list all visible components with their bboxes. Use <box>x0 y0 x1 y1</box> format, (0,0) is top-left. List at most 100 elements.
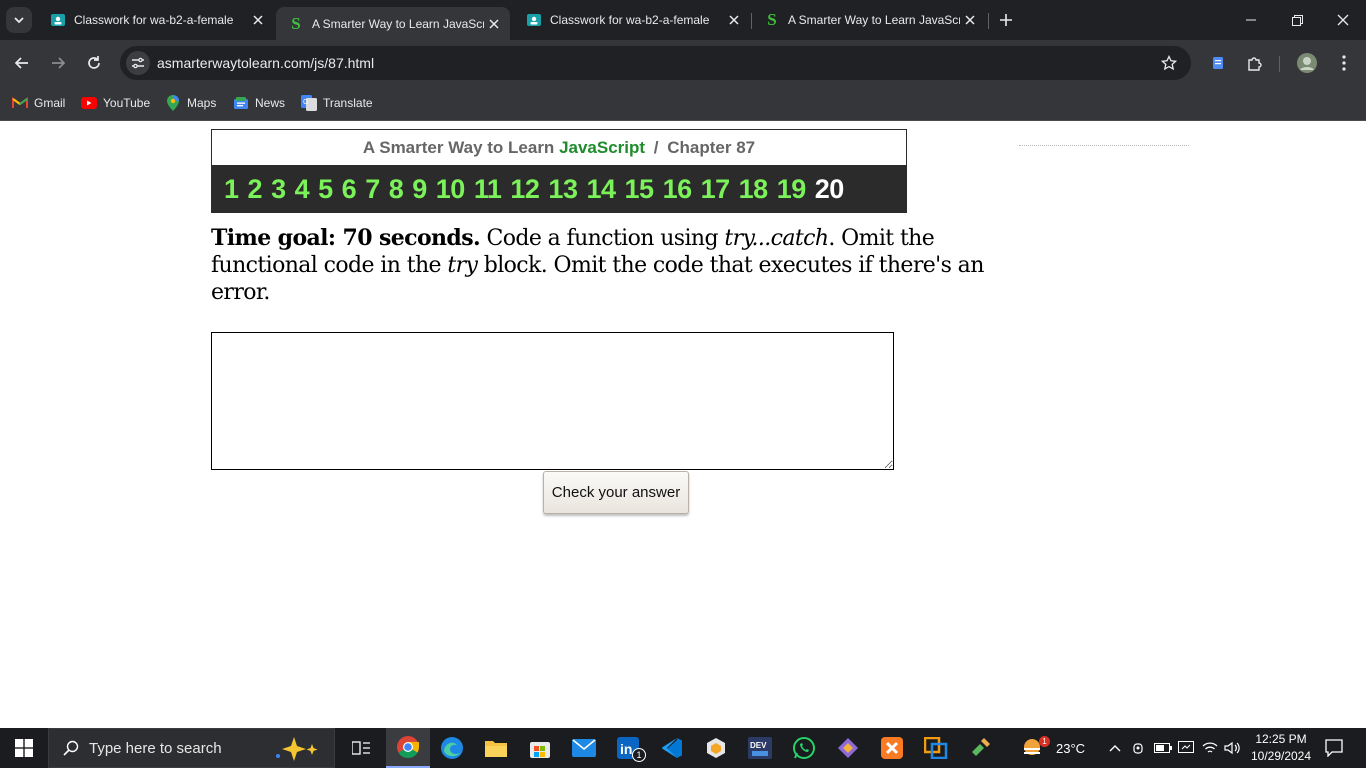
forward-button[interactable] <box>44 49 72 77</box>
extension-button[interactable] <box>1204 49 1232 77</box>
task-view-icon <box>352 741 370 755</box>
weather-widget[interactable]: 1 23°C <box>1022 728 1085 768</box>
taskbar-chrome[interactable] <box>386 728 430 768</box>
taskbar-vscode[interactable] <box>650 728 694 768</box>
exercise-link-2[interactable]: 2 <box>248 174 263 205</box>
exercise-link-15[interactable]: 15 <box>625 174 655 205</box>
address-bar[interactable]: asmarterwaytolearn.com/js/87.html <box>120 46 1191 80</box>
tab-title: A Smarter Way to Learn JavaScr <box>312 16 484 31</box>
weather-badge: 1 <box>1039 736 1050 747</box>
news-icon <box>233 95 249 111</box>
new-tab-button[interactable] <box>994 8 1018 32</box>
exercise-link-18[interactable]: 18 <box>739 174 769 205</box>
taskbar-linkedin[interactable]: in 1 <box>606 728 650 768</box>
close-icon[interactable] <box>724 10 744 30</box>
taskbar-app-diamond[interactable] <box>826 728 870 768</box>
chevron-up-icon[interactable] <box>1108 743 1122 753</box>
exercise-link-1[interactable]: 1 <box>224 174 239 205</box>
taskbar-edge[interactable] <box>430 728 474 768</box>
close-icon[interactable] <box>960 10 980 30</box>
exercise-link-current[interactable]: 20 <box>815 174 845 205</box>
exercise-link-14[interactable]: 14 <box>586 174 616 205</box>
profile-avatar[interactable] <box>1293 49 1321 77</box>
cube-icon <box>707 738 725 758</box>
notifications-button[interactable] <box>1312 728 1356 768</box>
taskbar-mail[interactable] <box>562 728 606 768</box>
close-window-button[interactable] <box>1320 0 1366 40</box>
title-separator: / <box>653 138 659 157</box>
volume-icon[interactable] <box>1224 741 1242 755</box>
bookmarks-bar: Gmail YouTube Maps News G Translate <box>0 86 1366 121</box>
bookmark-youtube[interactable]: YouTube <box>81 92 150 114</box>
taskbar-app-cube[interactable] <box>694 728 738 768</box>
close-icon[interactable] <box>248 10 268 30</box>
back-button[interactable] <box>8 49 36 77</box>
exercise-link-4[interactable]: 4 <box>295 174 310 205</box>
tab-search-button[interactable] <box>6 7 32 33</box>
wifi-icon[interactable] <box>1202 741 1218 755</box>
start-button[interactable] <box>0 728 48 768</box>
bookmark-news[interactable]: News <box>233 92 285 114</box>
vscode-icon <box>662 738 682 758</box>
reload-icon <box>88 56 100 69</box>
bookmark-star-button[interactable] <box>1157 51 1181 75</box>
taskbar-dev-home[interactable]: DEV <box>738 728 782 768</box>
exercise-link-3[interactable]: 3 <box>271 174 286 205</box>
tool-icon <box>972 738 990 756</box>
tab-classwork-2[interactable]: Classwork for wa-b2-a-female <box>514 6 750 34</box>
taskbar-clock[interactable]: 12:25 PM 10/29/2024 <box>1246 731 1316 765</box>
tab-classwork-1[interactable]: Classwork for wa-b2-a-female <box>38 6 274 34</box>
extensions-menu-button[interactable] <box>1240 49 1268 77</box>
restore-button[interactable] <box>1274 0 1320 40</box>
display-icon[interactable] <box>1178 741 1194 755</box>
taskbar-store[interactable] <box>518 728 562 768</box>
task-view-button[interactable] <box>339 728 383 768</box>
bookmark-gmail[interactable]: Gmail <box>12 92 65 114</box>
browser-menu-button[interactable] <box>1330 49 1358 77</box>
exercise-link-12[interactable]: 12 <box>510 174 540 205</box>
minimize-button[interactable] <box>1228 0 1274 40</box>
bookmark-translate[interactable]: G Translate <box>301 92 373 114</box>
taskbar-search-box[interactable]: Type here to search <box>48 728 335 768</box>
book-title-javascript[interactable]: JavaScript <box>559 138 645 157</box>
site-info-button[interactable] <box>126 51 150 75</box>
xampp-icon <box>881 737 903 759</box>
exercise-link-5[interactable]: 5 <box>318 174 333 205</box>
close-icon[interactable] <box>484 14 504 34</box>
sparkle-icon <box>276 737 318 761</box>
reload-button[interactable] <box>80 49 108 77</box>
battery-icon[interactable] <box>1154 742 1172 754</box>
exercise-link-7[interactable]: 7 <box>365 174 380 205</box>
exercise-link-11[interactable]: 11 <box>474 174 502 205</box>
exercise-link-8[interactable]: 8 <box>389 174 404 205</box>
book-title[interactable]: A Smarter Way to Learn <box>363 138 554 157</box>
check-answer-button[interactable]: Check your answer <box>543 471 689 514</box>
taskbar-whatsapp[interactable] <box>782 728 826 768</box>
url-text[interactable]: asmarterwaytolearn.com/js/87.html <box>157 55 374 71</box>
exercise-link-19[interactable]: 19 <box>777 174 807 205</box>
answer-textarea[interactable] <box>211 332 894 470</box>
exercise-link-13[interactable]: 13 <box>548 174 578 205</box>
taskbar-app-tool[interactable] <box>958 728 1002 768</box>
exercise-prompt: Time goal: 70 seconds. Code a function u… <box>211 225 1001 306</box>
exercise-link-9[interactable]: 9 <box>412 174 427 205</box>
bookmark-maps[interactable]: Maps <box>165 92 216 114</box>
exercise-link-6[interactable]: 6 <box>342 174 357 205</box>
taskbar-xampp[interactable] <box>870 728 914 768</box>
taskbar-app-squares[interactable] <box>914 728 958 768</box>
windows-taskbar: Type here to search in 1 DEV 1 23°C 12:2… <box>0 728 1366 768</box>
exercise-link-10[interactable]: 10 <box>436 174 466 205</box>
taskbar-file-explorer[interactable] <box>474 728 518 768</box>
exercise-link-16[interactable]: 16 <box>663 174 693 205</box>
search-placeholder: Type here to search <box>89 739 222 757</box>
meet-now-icon[interactable] <box>1132 741 1146 755</box>
arrow-left-icon <box>14 57 28 69</box>
tab-smarter-way-active[interactable]: S A Smarter Way to Learn JavaScr <box>276 7 510 40</box>
chapter-title: Chapter 87 <box>667 138 756 157</box>
minimize-icon <box>1246 19 1256 21</box>
bookmark-label: Maps <box>187 96 217 110</box>
avatar-icon <box>1297 53 1317 73</box>
exercise-link-17[interactable]: 17 <box>701 174 731 205</box>
svg-text:in: in <box>620 741 632 757</box>
tab-smarter-way-2[interactable]: S A Smarter Way to Learn JavaScr <box>752 6 986 34</box>
